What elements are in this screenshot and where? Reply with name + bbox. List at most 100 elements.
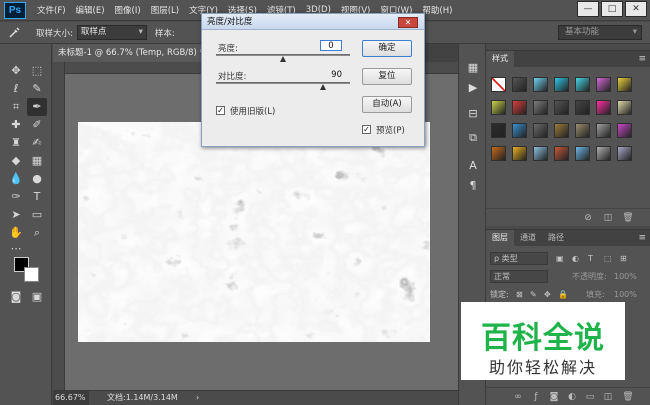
style-swatch[interactable] [512,100,527,115]
filter-pixel-icon[interactable]: ▣ [556,252,564,266]
style-swatch[interactable] [575,146,590,161]
zoom-tool-icon[interactable]: ⌕ [27,224,47,242]
style-swatch[interactable] [533,123,548,138]
marquee-tool-icon[interactable]: ⬚ [27,62,47,80]
style-swatch[interactable] [554,146,569,161]
styles-panel-menu-icon[interactable]: ≡ [638,51,646,67]
style-swatch[interactable] [575,77,590,92]
minimize-button[interactable]: — [577,1,599,17]
contrast-input[interactable]: 90 [320,70,342,81]
history-brush-icon[interactable]: ✍ [27,134,47,152]
healing-tool-icon[interactable]: ✚ [6,116,26,134]
link-layers-icon[interactable]: ∞ [512,391,524,403]
workspace-select[interactable]: 基本功能 [558,25,642,40]
menu-layer[interactable]: 图层(L) [146,4,184,16]
clone-source-icon[interactable]: ⧉ [465,130,481,146]
auto-button[interactable]: 自动(A) [362,96,412,113]
delete-layer-icon[interactable]: 🗑 [622,391,634,403]
background-color-swatch[interactable] [24,267,39,282]
reset-button[interactable]: 复位 [362,68,412,85]
crop-tool-icon[interactable]: ⌗ [6,98,26,116]
lock-image-icon[interactable]: ✎ [530,288,537,302]
blur-tool-icon[interactable]: 💧 [6,170,26,188]
actions-panel-icon[interactable]: ▶ [465,80,481,96]
brightness-input[interactable]: 0 [320,40,342,51]
layer-style-icon[interactable]: ƒ [530,391,542,403]
style-swatch[interactable] [596,100,611,115]
gradient-tool-icon[interactable]: ▦ [27,152,47,170]
image-canvas[interactable] [78,122,430,342]
brush-tool-icon[interactable]: ✐ [27,116,47,134]
style-swatch[interactable] [491,77,506,92]
dialog-close-button[interactable]: ✕ [398,17,418,28]
delete-style-icon[interactable]: 🗑 [622,212,634,224]
style-swatch[interactable] [533,100,548,115]
blend-mode-select[interactable]: 正常 [490,270,548,283]
new-layer-icon[interactable]: ◫ [602,391,614,403]
menu-file[interactable]: 文件(F) [32,4,71,16]
style-swatch[interactable] [575,100,590,115]
style-swatch[interactable] [491,146,506,161]
eraser-tool-icon[interactable]: ◆ [6,152,26,170]
rectangle-tool-icon[interactable]: ▭ [27,206,47,224]
style-swatch[interactable] [491,100,506,115]
lock-transparent-icon[interactable]: ⊠ [516,288,523,302]
tab-layers[interactable]: 图层 [486,230,514,246]
layer-kind-filter[interactable]: ρ 类型 [490,252,548,265]
history-panel-icon[interactable]: ▦ [465,60,481,76]
style-swatch[interactable] [491,123,506,138]
stamp-tool-icon[interactable]: ♜ [6,134,26,152]
document-info[interactable]: 文档:1.14M/3.14M [107,391,178,405]
opacity-value[interactable]: 100% [614,270,637,284]
contrast-slider-thumb[interactable] [320,84,327,90]
filter-shape-icon[interactable]: ⬚ [604,252,612,266]
adjustment-layer-icon[interactable]: ◐ [566,391,578,403]
filter-type-icon[interactable]: T [588,252,593,266]
preview-checkbox[interactable]: ✓ [362,125,371,134]
status-arrow-icon[interactable]: › [196,391,199,405]
style-swatch[interactable] [596,146,611,161]
style-swatch[interactable] [617,123,632,138]
pen-tool-icon[interactable]: ✑ [6,188,26,206]
tab-paths[interactable]: 路径 [542,230,570,246]
eyedropper-icon[interactable] [8,25,28,41]
menu-image[interactable]: 图像(I) [110,4,146,16]
filter-adjustment-icon[interactable]: ◐ [572,252,579,266]
new-style-icon[interactable]: ◫ [602,212,614,224]
layers-panel-menu-icon[interactable]: ≡ [638,230,646,246]
lock-position-icon[interactable]: ✥ [544,288,551,302]
properties-panel-icon[interactable]: ⊟ [465,106,481,122]
tab-channels[interactable]: 通道 [514,230,542,246]
type-tool-icon[interactable]: T [27,188,47,206]
zoom-level[interactable]: 66.67% [53,391,89,405]
paragraph-panel-icon[interactable]: ¶ [465,178,481,194]
style-swatch[interactable] [512,146,527,161]
screen-mode-icon[interactable]: ▣ [27,288,47,306]
eyedropper-tool-icon[interactable]: ✒ [27,98,47,116]
lock-all-icon[interactable]: 🔒 [558,288,568,302]
filter-smart-object-icon[interactable]: ⊞ [620,252,627,266]
style-swatch[interactable] [617,77,632,92]
style-swatch[interactable] [554,100,569,115]
add-mask-icon[interactable]: ◙ [548,391,560,403]
contrast-slider[interactable] [216,82,350,84]
more-tools-icon[interactable]: ⋯ [6,240,26,258]
dialog-title[interactable]: 亮度/对比度 [202,14,424,30]
maximize-button[interactable]: □ [601,1,623,17]
new-group-icon[interactable]: ▭ [584,391,596,403]
style-swatch[interactable] [617,146,632,161]
style-swatch[interactable] [617,100,632,115]
dodge-tool-icon[interactable]: ● [27,170,47,188]
style-swatch[interactable] [512,123,527,138]
brightness-slider-thumb[interactable] [280,56,286,62]
clear-style-icon[interactable]: ⊘ [582,212,594,224]
style-swatch[interactable] [512,77,527,92]
sample-size-select[interactable]: 取样点 [76,25,147,40]
quick-select-tool-icon[interactable]: ✎ [27,80,47,98]
style-swatch[interactable] [554,123,569,138]
style-swatch[interactable] [533,146,548,161]
character-panel-icon[interactable]: A [465,158,481,174]
document-tab[interactable]: 未标题-1 @ 66.7% (Temp, RGB/8) * ✕ [53,44,203,62]
use-legacy-checkbox[interactable]: ✓ [216,106,225,115]
style-swatch[interactable] [596,123,611,138]
